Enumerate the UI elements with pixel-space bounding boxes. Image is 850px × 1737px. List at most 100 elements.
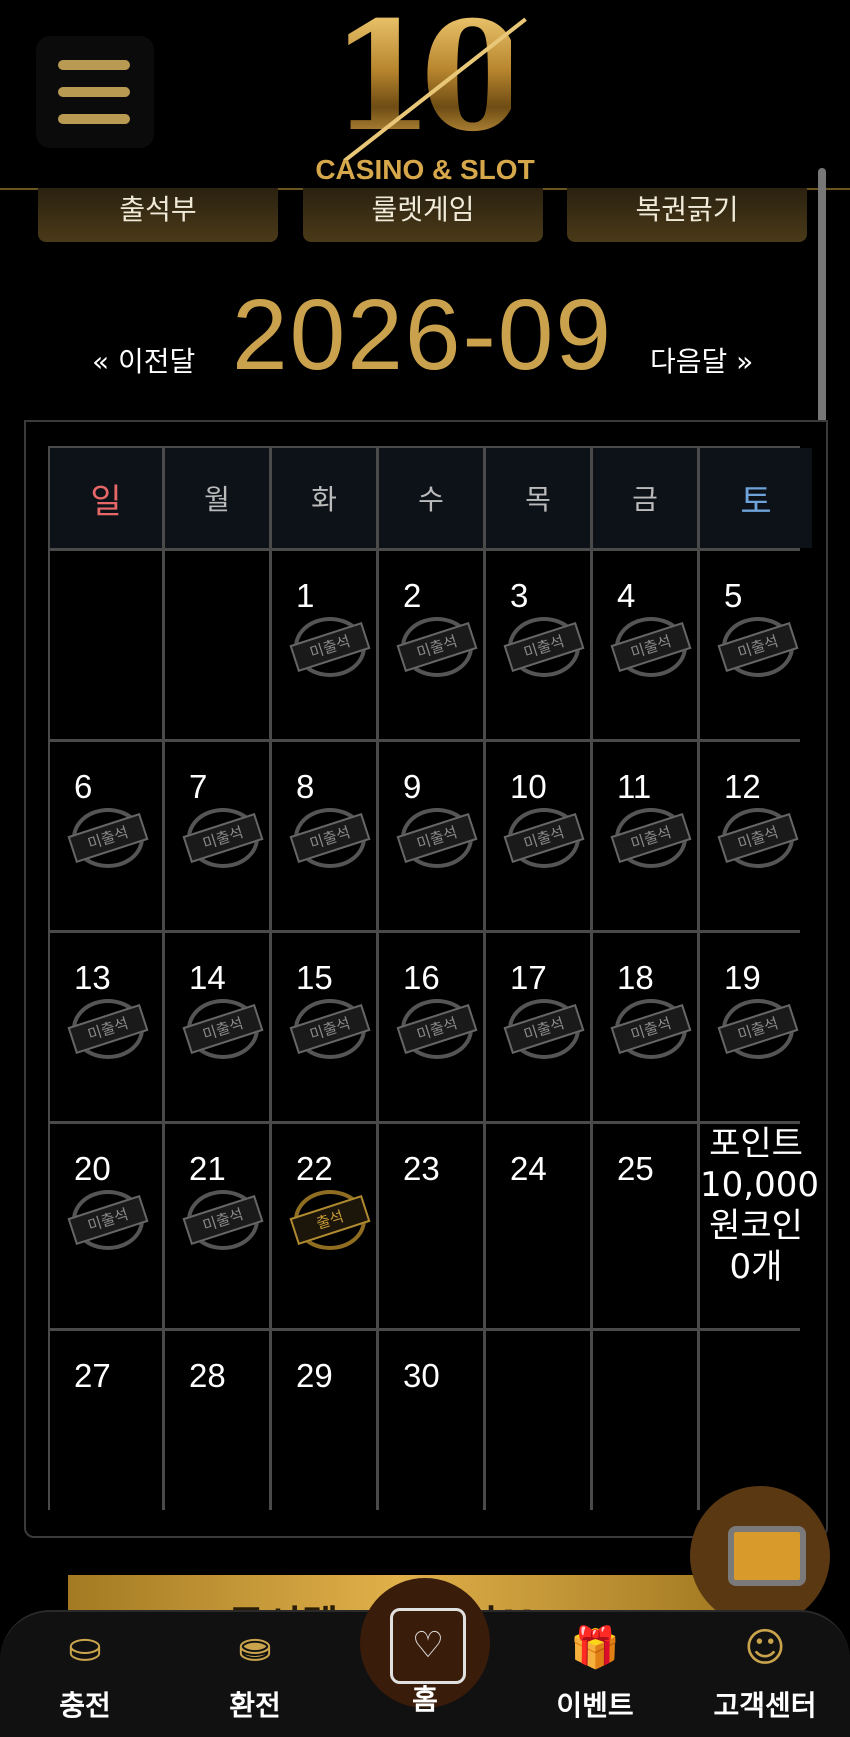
stamp-label: 미출석: [610, 1003, 692, 1055]
missed-stamp-icon: 미출석: [396, 999, 478, 1059]
calendar-empty-cell: [486, 1331, 590, 1519]
stamp-label: 미출석: [182, 1194, 264, 1246]
weekday-tue: 화: [272, 448, 376, 548]
menu-icon: [58, 114, 130, 124]
stamp-label: 미출석: [396, 621, 478, 673]
casino-logo[interactable]: 10 CASINO & SLOT: [300, 2, 550, 185]
nav-support[interactable]: ☺ 고객센터: [690, 1612, 840, 1737]
chat-button[interactable]: [690, 1486, 830, 1626]
prev-month-link[interactable]: « 이전달: [92, 340, 195, 380]
calendar-day-cell: 11 미출석: [593, 742, 697, 930]
withdraw-icon: ⛂: [238, 1625, 272, 1671]
weekday-mon: 월: [165, 448, 269, 548]
menu-icon: [58, 60, 130, 70]
current-month: 2026-09: [232, 279, 613, 391]
missed-stamp-icon: 미출석: [396, 808, 478, 868]
missed-stamp-icon: 미출석: [67, 808, 149, 868]
month-navigation: « 이전달 2026-09 다음달 »: [0, 280, 850, 390]
next-month-link[interactable]: 다음달 »: [650, 340, 753, 380]
day-number: 2: [403, 577, 422, 614]
day-number: 3: [510, 577, 529, 614]
calendar-day-cell: 23: [379, 1124, 483, 1328]
weekday-fri: 금: [593, 448, 697, 548]
calendar-day-cell: 6 미출석: [50, 742, 162, 930]
tab-lottery[interactable]: 복권긁기: [567, 188, 807, 242]
missed-stamp-icon: 미출석: [289, 617, 371, 677]
stamp-label: 미출석: [396, 812, 478, 864]
stamp-label: 미출석: [67, 1194, 149, 1246]
nav-support-label: 고객센터: [713, 1689, 817, 1722]
calendar-day-cell: 16 미출석: [379, 933, 483, 1121]
stamp-label: 미출석: [396, 1003, 478, 1055]
tab-roulette[interactable]: 룰렛게임: [303, 188, 543, 242]
stamp-label: 출석: [289, 1194, 371, 1246]
nav-home[interactable]: ♡ 홈: [360, 1578, 490, 1735]
calendar-day-cell: 15 미출석: [272, 933, 376, 1121]
nav-withdraw-label: 환전: [229, 1689, 281, 1722]
chat-icon: [728, 1526, 806, 1586]
calendar-empty-cell: [593, 1331, 697, 1519]
missed-stamp-icon: 미출석: [717, 617, 799, 677]
missed-stamp-icon: 미출석: [182, 808, 264, 868]
day-number: 16: [403, 959, 440, 996]
missed-stamp-icon: 미출석: [289, 808, 371, 868]
nav-withdraw[interactable]: ⛂ 환전: [180, 1612, 330, 1737]
missed-stamp-icon: 미출석: [610, 999, 692, 1059]
calendar-day-cell: 18 미출석: [593, 933, 697, 1121]
nav-deposit[interactable]: ⛀ 충전: [10, 1612, 160, 1737]
stamp-label: 미출석: [610, 812, 692, 864]
calendar-day-cell: 10 미출석: [486, 742, 590, 930]
day-number: 8: [296, 768, 315, 805]
calendar-day-cell: 17 미출석: [486, 933, 590, 1121]
day-number: 6: [74, 768, 93, 805]
weekday-thu: 목: [486, 448, 590, 548]
attended-stamp-icon: 출석: [289, 1190, 371, 1250]
stamp-label: 미출석: [503, 812, 585, 864]
calendar-day-cell: 8 미출석: [272, 742, 376, 930]
stamp-label: 미출석: [289, 1003, 371, 1055]
hamburger-menu-button[interactable]: [36, 36, 154, 148]
missed-stamp-icon: 미출석: [182, 1190, 264, 1250]
calendar-day-cell: 포인트10,000원코인0개: [700, 1124, 819, 1328]
day-number: 21: [189, 1150, 226, 1187]
calendar-day-cell: 1 미출석: [272, 551, 376, 739]
stamp-label: 미출석: [289, 812, 371, 864]
calendar-day-cell: 30: [379, 1331, 483, 1519]
calendar-empty-cell: [165, 551, 269, 739]
calendar-day-cell: 20 미출석: [50, 1124, 162, 1328]
calendar-day-cell: 29: [272, 1331, 376, 1519]
day-number: 14: [189, 959, 226, 996]
tab-attendance[interactable]: 출석부: [38, 188, 278, 242]
day-number: 24: [510, 1150, 547, 1187]
gift-icon: 🎁: [570, 1625, 620, 1671]
stamp-label: 미출석: [610, 621, 692, 673]
calendar-day-cell: 2 미출석: [379, 551, 483, 739]
stamp-label: 미출석: [67, 812, 149, 864]
day-number: 22: [296, 1150, 333, 1187]
stamp-label: 미출석: [717, 621, 799, 673]
nav-event[interactable]: 🎁 이벤트: [520, 1612, 670, 1737]
stamp-label: 미출석: [717, 812, 799, 864]
nav-deposit-label: 충전: [59, 1689, 111, 1722]
calendar-day-cell: 22 출석: [272, 1124, 376, 1328]
day-number: 5: [724, 577, 743, 614]
calendar-day-cell: 28: [165, 1331, 269, 1519]
day-number: 13: [74, 959, 111, 996]
day-number: 23: [403, 1150, 440, 1187]
reward-label: 포인트10,000원코인0개: [700, 1124, 819, 1287]
missed-stamp-icon: 미출석: [717, 999, 799, 1059]
deposit-icon: ⛀: [68, 1625, 102, 1671]
calendar-day-cell: 19 미출석: [700, 933, 812, 1121]
stamp-label: 미출석: [67, 1003, 149, 1055]
day-number: 28: [189, 1357, 226, 1394]
calendar-day-cell: 24: [486, 1124, 590, 1328]
calendar-day-cell: 12 미출석: [700, 742, 812, 930]
nav-home-label: 홈: [412, 1683, 438, 1716]
support-icon: ☺: [744, 1625, 786, 1671]
attendance-calendar: 일 월 화 수 목 금 토 1 미출석 2 미출석 3 미출석 4 미출석 5 미출석 6 미출석 7 미…: [48, 446, 819, 1519]
calendar-day-cell: 3 미출석: [486, 551, 590, 739]
day-number: 7: [189, 768, 208, 805]
stamp-label: 미출석: [717, 1003, 799, 1055]
day-number: 15: [296, 959, 333, 996]
calendar-day-cell: 13 미출석: [50, 933, 162, 1121]
